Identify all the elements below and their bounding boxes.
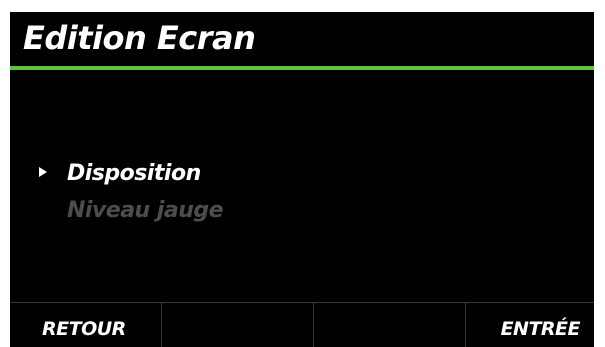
menu-item-niveau-jauge[interactable]: Niveau jauge bbox=[10, 197, 594, 229]
page-title: Edition Ecran bbox=[23, 19, 256, 57]
softkey-bar: RETOUR ENTRÉE bbox=[10, 302, 594, 347]
header-accent-line bbox=[10, 66, 594, 70]
softkey-label: ENTRÉE bbox=[500, 318, 581, 340]
softkey-2[interactable] bbox=[162, 303, 314, 347]
entree-softkey[interactable]: ENTRÉE bbox=[466, 303, 594, 347]
menu-item-label: Niveau jauge bbox=[67, 198, 224, 223]
menu-item-disposition[interactable]: Disposition bbox=[10, 160, 594, 192]
softkey-3[interactable] bbox=[314, 303, 466, 347]
retour-softkey[interactable]: RETOUR bbox=[10, 303, 162, 347]
softkey-label: RETOUR bbox=[42, 318, 126, 340]
display-screen: Edition Ecran Disposition Niveau jauge R… bbox=[10, 12, 594, 347]
right-triangle-icon bbox=[39, 167, 47, 177]
header: Edition Ecran bbox=[10, 12, 594, 66]
menu-item-label: Disposition bbox=[67, 161, 201, 186]
